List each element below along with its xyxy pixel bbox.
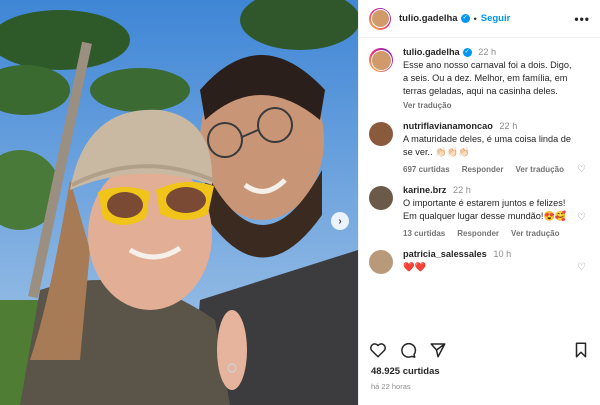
share-icon[interactable] — [429, 341, 447, 359]
comment-item: patricia_salessales 10 h ❤️❤️ ♡ — [359, 248, 600, 274]
comment-icon[interactable] — [399, 341, 417, 359]
comment-meta: 697 curtidas Responder Ver tradução — [403, 165, 573, 174]
instagram-post: › tulio.gadelha ✓ • Seguir ••• tulio.gad… — [0, 0, 600, 405]
author-avatar[interactable] — [369, 7, 391, 30]
avatar[interactable] — [369, 122, 393, 146]
avatar[interactable] — [369, 186, 393, 210]
see-translation-link[interactable]: Ver tradução — [511, 229, 559, 238]
separator-dot: • — [473, 13, 477, 24]
likes-count[interactable]: 48.925 curtidas — [371, 366, 440, 377]
next-photo-button[interactable]: › — [331, 212, 349, 230]
follow-button[interactable]: Seguir — [481, 13, 511, 24]
comment-likes[interactable]: 697 curtidas — [403, 165, 450, 174]
see-translation-link[interactable]: Ver tradução — [516, 165, 564, 174]
reply-button[interactable]: Responder — [462, 165, 504, 174]
comment-item: karine.brz 22 h O importante é estarem j… — [359, 184, 600, 238]
comment-item: nutriflavianamoncao 22 h A maturidade de… — [359, 120, 600, 175]
see-translation-link[interactable]: Ver tradução — [403, 101, 573, 110]
bookmark-icon[interactable] — [572, 341, 590, 359]
comment-text: A maturidade deles, é uma coisa linda de… — [403, 134, 572, 157]
comment-time: 22 h — [499, 121, 518, 131]
post-actions — [369, 340, 590, 360]
more-options-icon[interactable]: ••• — [574, 12, 590, 26]
post-time: há 22 horas — [371, 382, 411, 391]
comment-meta: 13 curtidas Responder Ver tradução — [403, 229, 573, 238]
caption-text: Esse ano nosso carnaval foi a dois. Digo… — [403, 60, 572, 96]
caption: tulio.gadelha ✓ 22 h Esse ano nosso carna… — [359, 46, 600, 110]
avatar[interactable] — [369, 250, 393, 274]
comment-time: 10 h — [493, 249, 512, 259]
verified-icon: ✓ — [460, 14, 470, 23]
comment-time: 22 h — [452, 185, 471, 195]
author-username[interactable]: tulio.gadelha — [399, 13, 458, 24]
comment-text: O importante é estarem juntos e felizes!… — [403, 198, 567, 221]
heart-icon[interactable]: ♡ — [577, 262, 586, 273]
heart-icon[interactable] — [369, 341, 387, 359]
verified-icon: ✓ — [462, 48, 472, 58]
comment-username[interactable]: karine.brz — [403, 185, 446, 195]
chevron-right-icon: › — [338, 215, 342, 227]
caption-username[interactable]: tulio.gadelha — [403, 47, 460, 57]
comment-text: ❤️❤️ — [403, 262, 426, 272]
post-photo[interactable]: › — [0, 0, 358, 405]
photo-image — [0, 0, 358, 405]
avatar[interactable] — [369, 48, 393, 72]
comment-username[interactable]: patricia_salessales — [403, 249, 487, 259]
heart-icon[interactable]: ♡ — [577, 212, 586, 223]
reply-button[interactable]: Responder — [457, 229, 499, 238]
comments-list: tulio.gadelha ✓ 22 h Esse ano nosso carna… — [359, 46, 600, 332]
comment-username[interactable]: nutriflavianamoncao — [403, 121, 493, 131]
post-sidebar: tulio.gadelha ✓ • Seguir ••• tulio.gadel… — [358, 0, 600, 405]
caption-time: 22 h — [478, 47, 497, 57]
heart-icon[interactable]: ♡ — [577, 164, 586, 175]
comment-likes[interactable]: 13 curtidas — [403, 229, 445, 238]
post-header: tulio.gadelha ✓ • Seguir ••• — [359, 0, 600, 38]
